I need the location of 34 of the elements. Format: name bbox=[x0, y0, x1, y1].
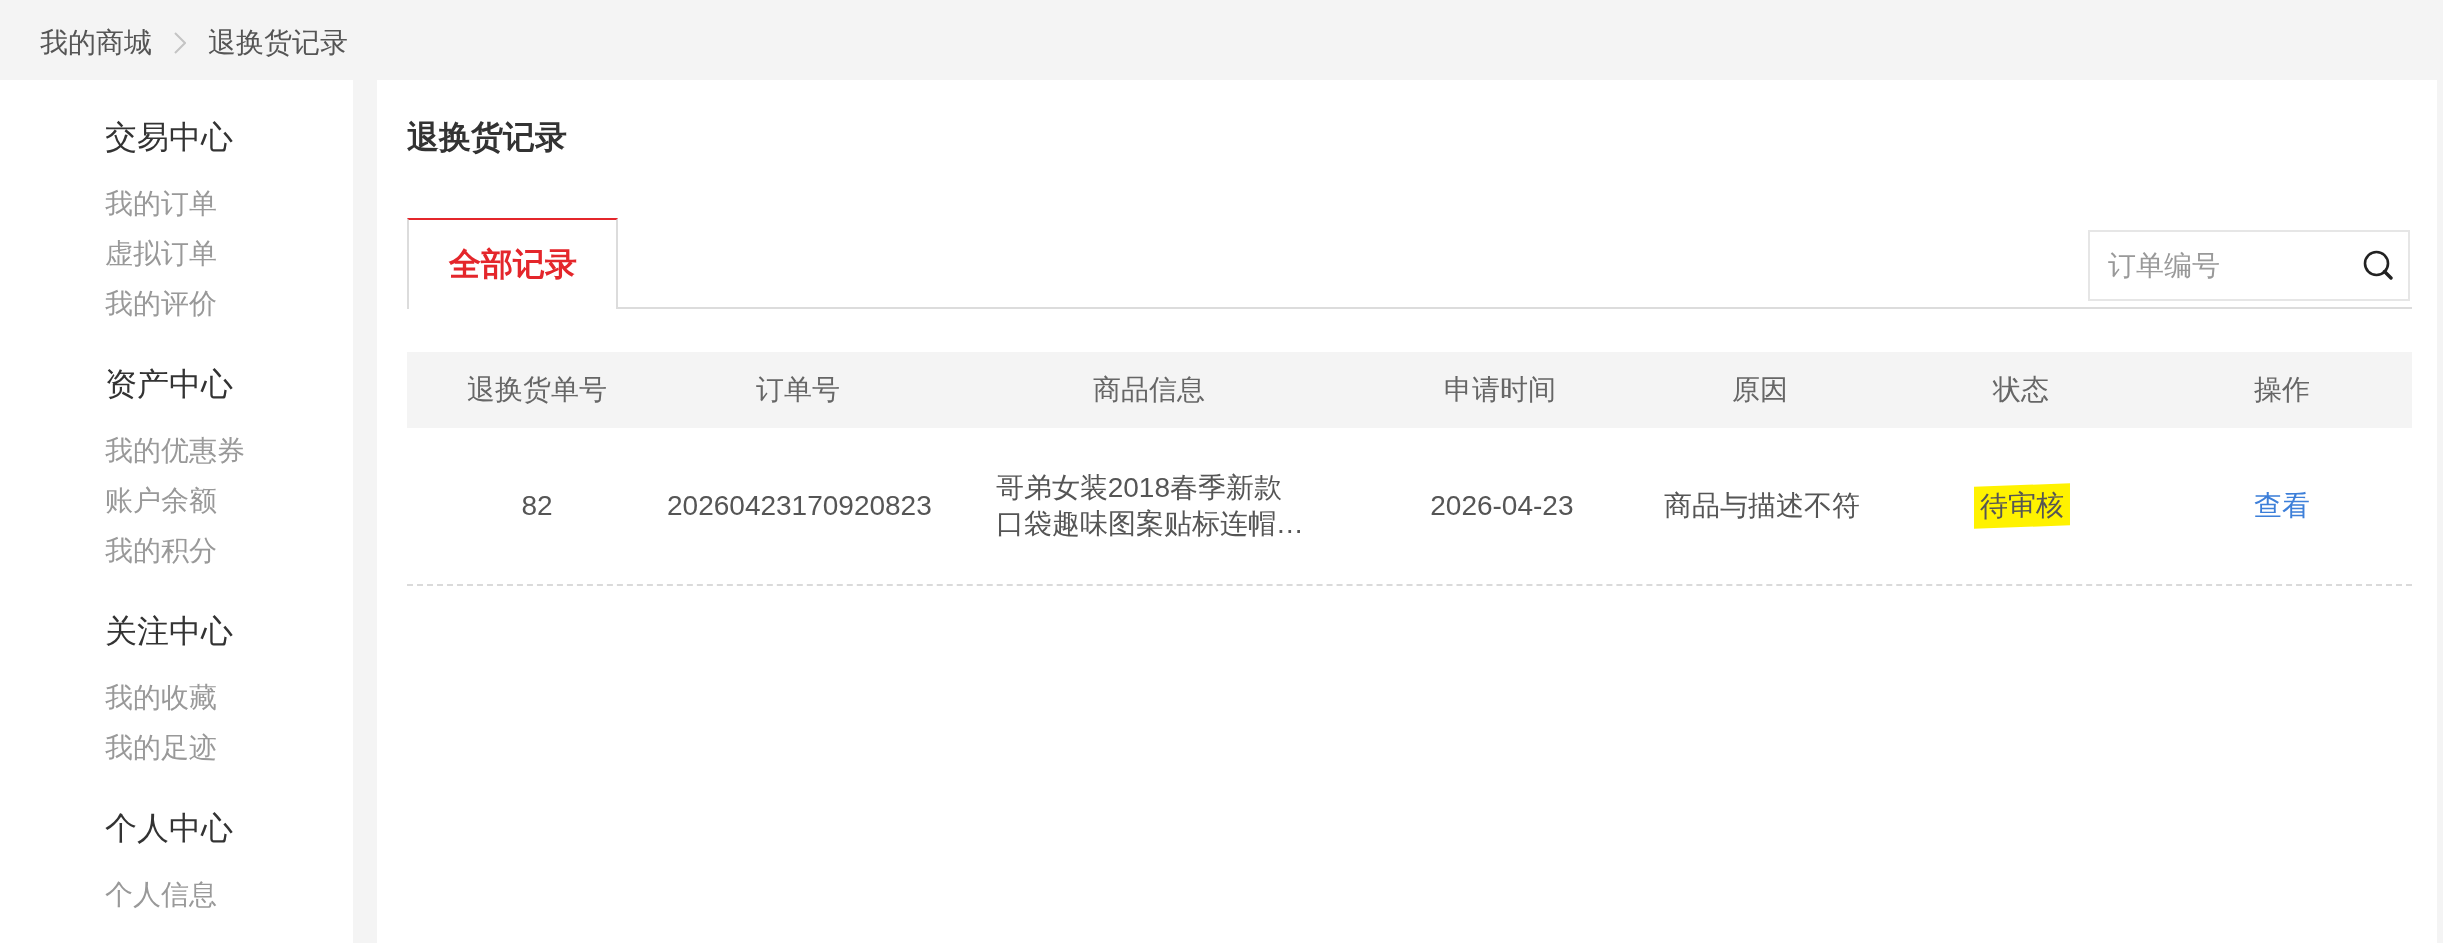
sidebar-link[interactable]: 个人信息 bbox=[105, 870, 217, 920]
sidebar-heading: 关注中心 bbox=[105, 612, 233, 651]
sidebar-link[interactable]: 我的评价 bbox=[105, 279, 217, 329]
breadcrumb-link[interactable]: 我的商城 bbox=[40, 25, 152, 61]
sidebar-link[interactable]: 虚拟订单 bbox=[105, 229, 217, 279]
search-icon[interactable] bbox=[2363, 250, 2393, 280]
tab[interactable]: 全部记录 bbox=[407, 218, 618, 309]
column-header: 订单号 bbox=[755, 373, 840, 407]
table-cell-text: 商品与描述不符 bbox=[1663, 489, 1860, 523]
view-link[interactable]: 查看 bbox=[2253, 490, 2310, 521]
column-header: 申请时间 bbox=[1443, 373, 1556, 407]
chevron-right-icon bbox=[174, 32, 186, 54]
sidebar-link[interactable]: 账户余额 bbox=[105, 476, 217, 526]
sidebar-link[interactable]: 我的积分 bbox=[105, 526, 217, 576]
sidebar-heading: 资产中心 bbox=[105, 365, 233, 404]
column-header: 操作 bbox=[2253, 373, 2310, 407]
status-text: 待审核 bbox=[1973, 483, 2070, 529]
table-cell: 20260423170920823 bbox=[667, 490, 932, 522]
column-header: 商品信息 bbox=[1092, 373, 1205, 407]
sidebar-link[interactable]: 我的订单 bbox=[105, 179, 217, 229]
sidebar-link[interactable]: 我的收藏 bbox=[105, 673, 217, 723]
table-cell: 2026-04-23 bbox=[1430, 490, 1574, 522]
page-title: 退换货记录 bbox=[407, 118, 567, 157]
sidebar-link[interactable]: 我的足迹 bbox=[105, 723, 217, 773]
breadcrumb-current: 退换货记录 bbox=[208, 26, 348, 60]
column-header: 状态 bbox=[1993, 373, 2049, 407]
column-header: 原因 bbox=[1732, 373, 1789, 407]
column-header: 退换货单号 bbox=[467, 373, 608, 407]
search-field[interactable]: 订单编号 bbox=[2088, 230, 2410, 301]
sidebar-heading: 交易中心 bbox=[105, 118, 233, 157]
sidebar-link[interactable]: 我的优惠券 bbox=[105, 426, 245, 476]
table-cell: 82 bbox=[521, 490, 553, 522]
product-title: 哥弟女装2018春季新款口袋趣味图案贴标连帽… bbox=[995, 471, 1305, 541]
sidebar-heading: 个人中心 bbox=[105, 809, 233, 848]
